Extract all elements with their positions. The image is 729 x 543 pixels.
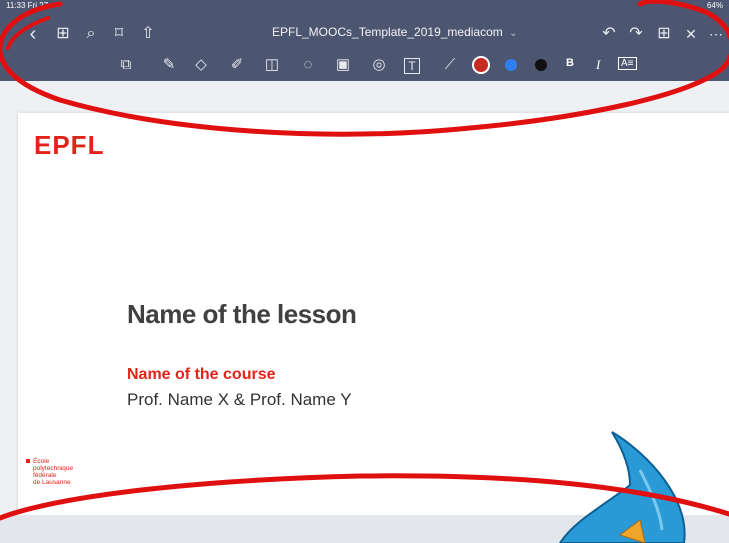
read-mode-icon[interactable]: ⧉ xyxy=(115,55,137,75)
shapes-icon[interactable]: ◫ xyxy=(261,55,283,75)
share-icon[interactable]: ⇧ xyxy=(140,24,156,44)
slide-page[interactable]: EPFL Name of the lesson Name of the cour… xyxy=(18,113,729,515)
navigation-bar: ‹ ⊞ ⌕ ⌑ ⇧ EPFL_MOOCs_Template_2019_media… xyxy=(0,22,729,46)
course-name: Name of the course xyxy=(127,366,276,383)
battery-indicator: 64% xyxy=(706,1,723,10)
text-style-button[interactable]: A≡ xyxy=(618,57,637,70)
back-icon[interactable]: ‹ xyxy=(26,24,40,44)
add-page-icon[interactable]: ⊞ xyxy=(655,24,673,44)
footer-line: polytechnique xyxy=(33,465,74,472)
italic-button[interactable]: I xyxy=(596,57,600,73)
color-swatch-red[interactable] xyxy=(474,58,488,72)
app-toolbar: 11:33 Fri 27 64% ‹ ⊞ ⌕ ⌑ ⇧ EPFL_MOOCs_Te… xyxy=(0,0,729,81)
status-bar: 11:33 Fri 27 64% xyxy=(0,0,729,12)
lesson-title: Name of the lesson xyxy=(127,299,357,329)
document-title-button[interactable]: EPFL_MOOCs_Template_2019_mediacom ⌄ xyxy=(272,25,518,39)
institution-footer: École polytechnique fédérale de Lausanne xyxy=(26,458,73,486)
eraser-icon[interactable]: ◇ xyxy=(190,55,212,75)
highlighter-icon[interactable]: ✐ xyxy=(226,55,248,75)
epfl-logo: EPFL xyxy=(34,130,105,160)
image-icon[interactable]: ▣ xyxy=(332,55,354,75)
search-icon[interactable]: ⌕ xyxy=(83,24,99,44)
color-swatch-blue[interactable] xyxy=(505,59,517,71)
redo-icon[interactable]: ↷ xyxy=(627,24,645,44)
undo-icon[interactable]: ↶ xyxy=(600,24,618,44)
next-page-area xyxy=(0,515,729,543)
footer-line: fédérale xyxy=(33,472,57,479)
annotation-toolbar: ⧉ ✎ ◇ ✐ ◫ ◌ ▣ ◎ T ⟋ B I A≡ xyxy=(0,51,729,79)
footer-square xyxy=(26,459,30,463)
laser-pointer-icon[interactable]: ⟋ xyxy=(439,55,461,75)
footer-line: de Lausanne xyxy=(33,479,71,486)
camera-icon[interactable]: ◎ xyxy=(368,55,390,75)
lasso-icon[interactable]: ◌ xyxy=(297,55,319,75)
more-icon[interactable]: ⋯ xyxy=(708,24,724,44)
professors-line: Prof. Name X & Prof. Name Y xyxy=(127,390,352,409)
status-time: 11:33 Fri 27 xyxy=(6,1,49,10)
textbox-icon[interactable]: T xyxy=(404,58,420,74)
pen-icon[interactable]: ✎ xyxy=(158,55,180,75)
color-swatch-black[interactable] xyxy=(535,59,547,71)
bookmark-icon[interactable]: ⌑ xyxy=(111,24,127,44)
document-title: EPFL_MOOCs_Template_2019_mediacom xyxy=(272,25,503,39)
bold-button[interactable]: B xyxy=(566,57,574,69)
footer-line: École xyxy=(33,458,50,465)
close-icon[interactable]: ✕ xyxy=(683,24,699,44)
chevron-down-icon: ⌄ xyxy=(509,28,518,39)
grid-icon[interactable]: ⊞ xyxy=(55,24,71,44)
